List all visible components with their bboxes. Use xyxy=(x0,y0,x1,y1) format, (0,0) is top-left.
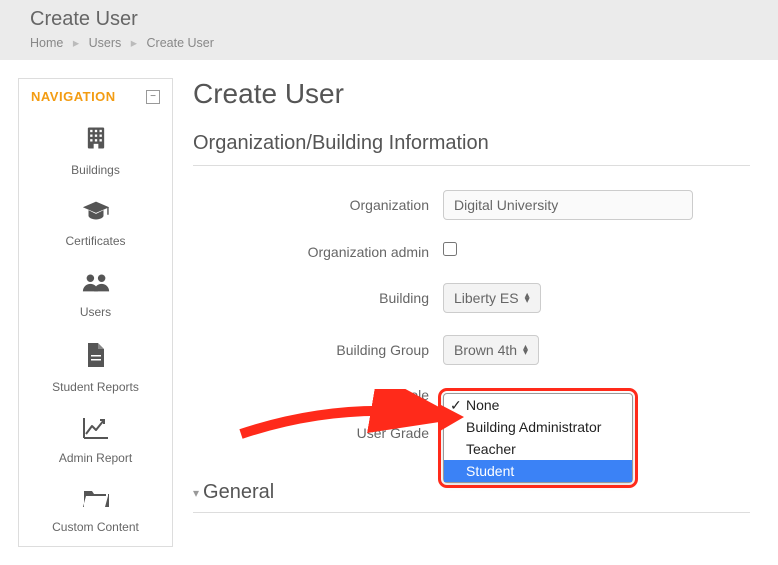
page-title: Create User xyxy=(193,78,750,110)
building-select[interactable]: Liberty ES ▴▾ xyxy=(443,283,541,313)
building-icon xyxy=(82,124,110,157)
building-select-value: Liberty ES xyxy=(454,290,519,306)
breadcrumb-current: Create User xyxy=(147,36,214,50)
users-icon xyxy=(81,270,111,299)
label-building: Building xyxy=(193,290,443,306)
sidebar-item-label: Student Reports xyxy=(52,380,139,394)
label-building-group: Building Group xyxy=(193,342,443,358)
building-group-select-value: Brown 4th xyxy=(454,342,517,358)
select-caret-icon: ▴▾ xyxy=(525,293,530,303)
select-caret-icon: ▴▾ xyxy=(523,345,528,355)
sidebar-item-label: Buildings xyxy=(71,163,120,177)
label-organization: Organization xyxy=(193,197,443,213)
sidebar-item-label: Custom Content xyxy=(52,520,139,534)
breadcrumb-users[interactable]: Users xyxy=(89,36,122,50)
sidebar-item-label: Certificates xyxy=(65,234,125,248)
organization-input[interactable] xyxy=(443,190,693,220)
breadcrumb: Home ▸ Users ▸ Create User xyxy=(30,35,748,50)
role-option-student[interactable]: Student xyxy=(444,460,632,482)
breadcrumb-sep-icon: ▸ xyxy=(73,35,79,50)
header-title: Create User xyxy=(30,8,748,31)
sidebar-item-student-reports[interactable]: Student Reports xyxy=(19,331,172,406)
sidebar-collapse-button[interactable]: − xyxy=(146,90,160,104)
sidebar-item-certificates[interactable]: Certificates xyxy=(19,189,172,260)
main-content: Create User Organization/Building Inform… xyxy=(193,78,760,547)
caret-down-icon: ▾ xyxy=(193,486,199,500)
label-org-admin: Organization admin xyxy=(193,244,443,260)
sidebar-item-buildings[interactable]: Buildings xyxy=(19,114,172,189)
role-option-none[interactable]: None xyxy=(444,394,632,416)
role-dropdown-open[interactable]: None Building Administrator Teacher Stud… xyxy=(443,393,633,483)
role-option-teacher[interactable]: Teacher xyxy=(444,438,632,460)
section-general-label: General xyxy=(203,481,274,504)
chart-line-icon xyxy=(82,416,110,445)
label-role: Role xyxy=(193,387,443,403)
label-user-grade: User Grade xyxy=(193,425,443,441)
folder-open-icon xyxy=(82,487,110,514)
sidebar-item-custom-content[interactable]: Custom Content xyxy=(19,477,172,546)
section-general-toggle[interactable]: ▾ General xyxy=(193,481,750,513)
sidebar-item-users[interactable]: Users xyxy=(19,260,172,331)
sidebar: NAVIGATION − Buildings Certificates User… xyxy=(18,78,173,547)
breadcrumb-sep-icon: ▸ xyxy=(131,35,137,50)
role-option-building-admin[interactable]: Building Administrator xyxy=(444,416,632,438)
building-group-select[interactable]: Brown 4th ▴▾ xyxy=(443,335,539,365)
sidebar-item-label: Admin Report xyxy=(59,451,132,465)
sidebar-item-admin-report[interactable]: Admin Report xyxy=(19,406,172,477)
file-icon xyxy=(84,341,108,374)
sidebar-item-label: Users xyxy=(80,305,111,319)
sidebar-title: NAVIGATION xyxy=(31,89,116,104)
section-title: Organization/Building Information xyxy=(193,132,750,166)
org-admin-checkbox[interactable] xyxy=(443,242,457,256)
breadcrumb-home[interactable]: Home xyxy=(30,36,63,50)
graduation-cap-icon xyxy=(81,199,111,228)
